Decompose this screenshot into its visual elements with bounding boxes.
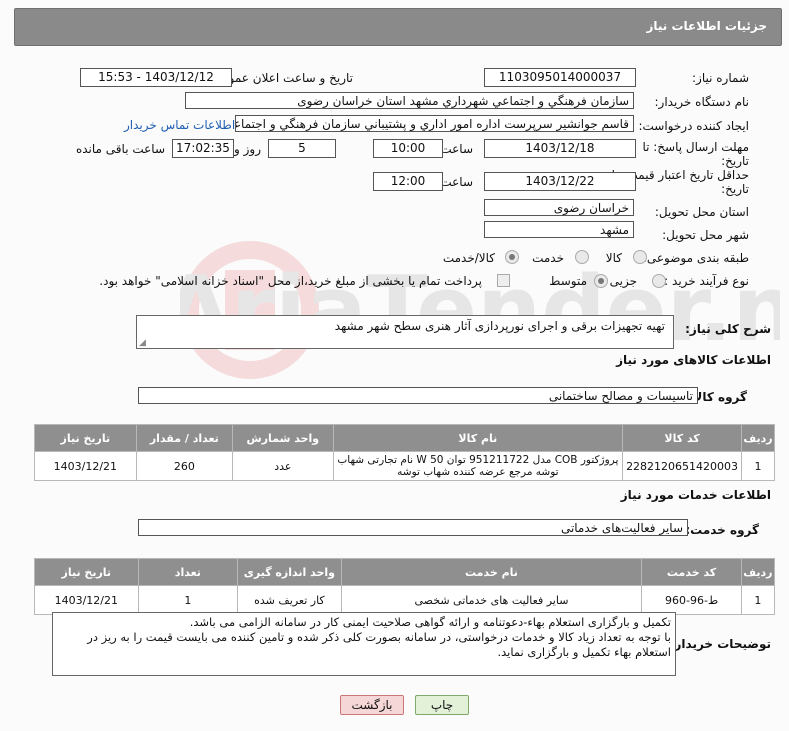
price-validity-label-date: تاریخ: [721,182,749,196]
process-option-medium: متوسط [549,274,587,288]
page-header: جزئیات اطلاعات نیاز [14,8,782,46]
process-radio-minor[interactable] [652,274,666,288]
goods-cell-unit: عدد [232,451,334,481]
price-validity-date-field[interactable]: 1403/12/22 [484,172,636,191]
goods-col-code: کد کالا [622,424,743,452]
services-col-code: کد خدمت [641,558,742,586]
category-option-service: خدمت [532,251,564,265]
page-title: جزئیات اطلاعات نیاز [646,19,767,33]
treasury-payment-checkbox[interactable] [497,274,510,287]
treasury-payment-note: پرداخت تمام یا بخشی از مبلغ خرید،از محل … [99,274,482,288]
city-field[interactable]: مشهد [484,221,634,238]
services-section-title: اطلاعات خدمات مورد نیاز [620,488,771,502]
services-table-header: ردیف کد خدمت نام خدمت واحد اندازه گیری ت… [34,558,776,586]
services-cell-qty: 1 [137,585,239,615]
category-label: طبقه بندی موضوعی: [642,251,749,265]
service-group-field[interactable]: سایر فعالیت‌های خدماتی [138,519,688,536]
goods-table: ردیف کد کالا نام کالا واحد شمارش تعداد /… [34,424,775,481]
buyer-notes-box[interactable]: تکمیل و بارگزاری استعلام بهاء-دعوتنامه و… [52,612,676,676]
goods-col-date: تاریخ نیاز [34,424,137,452]
services-col-qty: تعداد [137,558,239,586]
province-field[interactable]: خراسان رضوی [484,199,634,216]
description-textarea[interactable]: تهیه تجهیزات برقی و اجرای نورپردازی آثار… [136,315,674,349]
remaining-time-label: ساعت باقی مانده [75,142,165,156]
goods-col-name: نام کالا [332,424,624,452]
buyer-notes-line-3: استعلام بهاء تکمیل و بارگزاری نماید. [497,645,671,659]
description-label: شرح کلی نیاز: [685,322,771,336]
process-option-minor: جزیی [609,274,637,288]
goods-col-row: ردیف [741,424,775,452]
service-group-label: گروه خدمت: [685,523,759,537]
goods-col-qty: تعداد / مقدار [135,424,234,452]
category-option-goods-service: کالا/خدمت [442,251,495,265]
back-button[interactable]: بازگشت [340,695,404,715]
goods-cell-row: 1 [741,451,775,481]
deadline-date-field[interactable]: 1403/12/18 [484,139,636,158]
table-row[interactable]: 1 2282120651420003 پروژکتور COB مدل 9512… [34,451,775,481]
category-option-goods: کالا [605,251,622,265]
category-radio-goods-service[interactable] [505,250,519,264]
price-validity-time-field[interactable]: 12:00 [373,172,443,191]
creator-field[interactable]: قاسم جوانشير سرپرست اداره امور اداري و پ… [235,115,634,132]
goods-cell-code: 2282120651420003 [622,451,743,481]
description-text: تهیه تجهیزات برقی و اجرای نورپردازی آثار… [334,319,665,333]
days-label: روز و [234,142,261,156]
province-label: استان محل تحویل: [654,205,749,219]
category-radio-service[interactable] [575,250,589,264]
goods-table-header: ردیف کد کالا نام کالا واحد شمارش تعداد /… [34,424,775,452]
buyer-notes-label: توضیحات خریدار: [669,637,771,651]
goods-cell-name: پروژکتور COB مدل 951211722 توان W 50 نام… [332,451,624,481]
services-col-row: ردیف [740,558,776,586]
table-row[interactable]: 1 ط-96-960 سایر فعالیت های خدماتی شخصی ک… [34,585,776,615]
deadline-label-date: تاریخ: [721,154,749,168]
category-radio-goods[interactable] [633,250,647,264]
buyer-org-field[interactable]: سازمان فرهنگي و اجتماعي شهرداري مشهد است… [185,92,634,109]
announce-date-field[interactable]: 1403/12/12 - 15:53 [80,68,232,87]
buyer-org-label: نام دستگاه خریدار: [654,95,750,109]
deadline-time-label: ساعت [440,142,473,156]
services-col-unit: واحد اندازه گیری [237,558,342,586]
deadline-time-field[interactable]: 10:00 [373,139,443,158]
services-cell-unit: کار تعریف شده [237,585,342,615]
services-col-name: نام خدمت [340,558,643,586]
creator-label: ایجاد کننده درخواست: [638,119,749,133]
print-button[interactable]: چاپ [415,695,469,715]
goods-cell-date: 1403/12/21 [34,451,137,481]
goods-cell-qty: 260 [135,451,234,481]
services-cell-row: 1 [740,585,776,615]
need-number-field[interactable]: 1103095014000037 [484,68,636,87]
goods-section-title: اطلاعات کالاهای مورد نیاز [616,353,771,367]
remaining-time-field[interactable]: 17:02:35 [172,139,234,158]
need-number-label: شماره نیاز: [692,71,749,85]
services-cell-date: 1403/12/21 [34,585,139,615]
buyer-notes-line-2: با توجه به تعداد زیاد کالا و خدمات درخوا… [87,630,671,644]
goods-group-field[interactable]: تاسیسات و مصالح ساختمانی [138,387,698,404]
services-cell-name: سایر فعالیت های خدماتی شخصی [340,585,643,615]
goods-col-unit: واحد شمارش [232,424,334,452]
buyer-notes-line-1: تکمیل و بارگزاری استعلام بهاء-دعوتنامه و… [189,615,671,629]
services-col-date: تاریخ نیاز [34,558,139,586]
services-cell-code: ط-96-960 [641,585,742,615]
process-type-label: نوع فرآیند خرید : [664,274,749,288]
process-radio-medium[interactable] [594,274,608,288]
days-remaining-field[interactable]: 5 [268,139,336,158]
resize-grip-icon: ◢ [139,338,146,348]
deadline-label: مهلت ارسال پاسخ: تا [642,140,749,154]
price-validity-time-label: ساعت [440,175,473,189]
city-label: شهر محل تحویل: [662,228,749,242]
services-table: ردیف کد خدمت نام خدمت واحد اندازه گیری ت… [34,558,776,615]
contact-info-link[interactable]: اطلاعات تماس خریدار [124,118,235,132]
